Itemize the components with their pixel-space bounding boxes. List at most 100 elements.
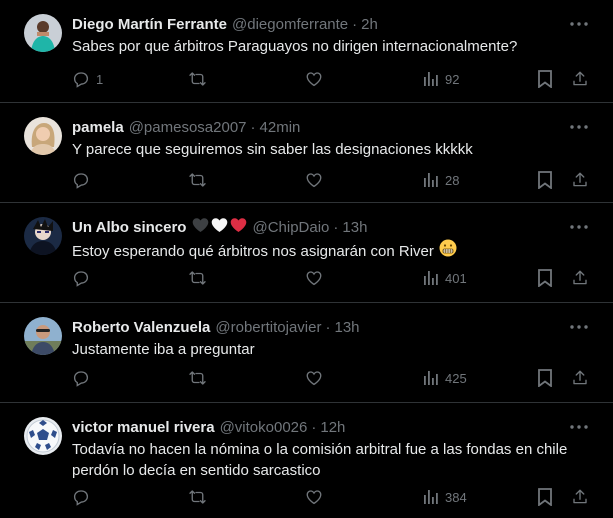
bookmark-icon [537,269,553,287]
action-bar: 425 [72,367,589,389]
reply-icon [72,269,90,287]
retweet-button[interactable] [188,267,207,289]
tweet-text-line: perdón lo decía en sentido sarcastico [72,462,321,479]
views-button[interactable]: 384 [423,486,467,508]
retweet-icon [188,369,207,387]
user-handle[interactable]: @robertitojavier [215,319,321,336]
more-options-icon[interactable] [569,119,589,135]
like-button[interactable] [305,486,323,508]
display-name[interactable]: Roberto Valenzuela [72,319,210,336]
view-count: 401 [445,270,467,286]
views-button[interactable]: 28 [423,169,459,191]
tweet[interactable]: Diego Martín Ferrante @diegomferrante · … [0,0,613,103]
bookmark-button[interactable] [537,267,553,289]
heart-icon [305,488,323,506]
bookmark-button[interactable] [537,486,553,508]
avatar[interactable] [24,417,62,455]
reply-icon [72,488,90,506]
view-count: 425 [445,370,467,386]
more-options-icon[interactable] [569,16,589,32]
separator-dot: · [325,318,331,336]
like-button[interactable] [305,68,323,90]
share-button[interactable] [571,486,589,508]
more-options-icon[interactable] [569,219,589,235]
bookmark-button[interactable] [537,68,553,90]
retweet-icon [188,70,207,88]
reply-feed: Diego Martín Ferrante @diegomferrante · … [0,0,613,518]
bookmark-button[interactable] [537,367,553,389]
reply-button[interactable]: 1 [72,68,103,90]
reply-button[interactable] [72,267,96,289]
like-button[interactable] [305,367,323,389]
view-count: 384 [445,489,467,505]
share-button[interactable] [571,68,589,90]
reply-button[interactable] [72,169,96,191]
display-name[interactable]: pamela [72,119,124,136]
tweet-text: Justamente iba a preguntar [72,339,592,360]
share-button[interactable] [571,169,589,191]
user-handle[interactable]: @diegomferrante [232,16,348,33]
like-button[interactable] [305,267,323,289]
retweet-icon [188,269,207,287]
retweet-button[interactable] [188,367,207,389]
timestamp[interactable]: 12h [320,419,345,436]
reply-icon [72,70,90,88]
avatar[interactable] [24,317,62,355]
tweet-text: Sabes por que árbitros Paraguayos no dir… [72,36,592,57]
tweet-text: Estoy esperando qué árbitros nos asignar… [72,239,592,263]
tweet[interactable]: Un Albo sincero @ChipDaio · 13h Estoy es… [0,203,613,303]
user-handle[interactable]: @pamesosa2007 [129,119,247,136]
view-count: 92 [445,71,460,87]
timestamp[interactable]: 13h [334,319,359,336]
retweet-button[interactable] [188,68,207,90]
display-name[interactable]: victor manuel rivera [72,419,215,436]
analytics-icon [423,489,439,505]
share-icon [571,171,589,189]
avatar[interactable] [24,217,62,255]
display-name[interactable]: Un Albo sincero [72,219,186,236]
more-options-icon[interactable] [569,319,589,335]
view-count: 28 [445,172,460,188]
user-handle[interactable]: @vitoko0026 [220,419,308,436]
tweet[interactable]: Roberto Valenzuela @robertitojavier · 13… [0,303,613,403]
share-button[interactable] [571,367,589,389]
retweet-button[interactable] [188,169,207,191]
bookmark-button[interactable] [537,169,553,191]
tweet-text-line: Y parece que seguiremos sin saber las de… [72,141,473,158]
timestamp[interactable]: 42min [260,119,301,136]
share-icon [571,269,589,287]
tweet-text-line: Todavía no hacen la nómina o la comisión… [72,441,568,458]
avatar[interactable] [24,14,62,52]
reply-button[interactable] [72,486,96,508]
action-bar: 28 [72,169,589,191]
tweet[interactable]: pamela @pamesosa2007 · 42min Y parece qu… [0,103,613,203]
retweet-button[interactable] [188,486,207,508]
tweet-text-line: Justamente iba a preguntar [72,341,255,358]
reply-icon [72,369,90,387]
action-bar: 384 [72,486,589,508]
avatar[interactable] [24,117,62,155]
separator-dot: · [352,15,358,33]
timestamp[interactable]: 2h [361,16,378,33]
separator-dot: · [333,218,339,236]
analytics-icon [423,172,439,188]
reply-button[interactable] [72,367,96,389]
user-handle[interactable]: @ChipDaio [252,219,329,236]
tweet-text-line: Sabes por que árbitros Paraguayos no dir… [72,38,518,55]
views-button[interactable]: 92 [423,68,459,90]
views-button[interactable]: 401 [423,267,467,289]
black-heart-icon [192,217,209,237]
tweet-text: Todavía no hacen la nómina o la comisión… [72,439,592,481]
display-name[interactable]: Diego Martín Ferrante [72,16,227,33]
grimacing-face-icon [439,239,457,263]
views-button[interactable]: 425 [423,367,467,389]
name-emojis [192,217,247,237]
tweet[interactable]: victor manuel rivera @vitoko0026 · 12h T… [0,403,613,518]
timestamp[interactable]: 13h [342,219,367,236]
white-heart-icon [211,217,228,237]
like-button[interactable] [305,169,323,191]
retweet-icon [188,488,207,506]
more-options-icon[interactable] [569,419,589,435]
share-button[interactable] [571,267,589,289]
heart-icon [305,369,323,387]
